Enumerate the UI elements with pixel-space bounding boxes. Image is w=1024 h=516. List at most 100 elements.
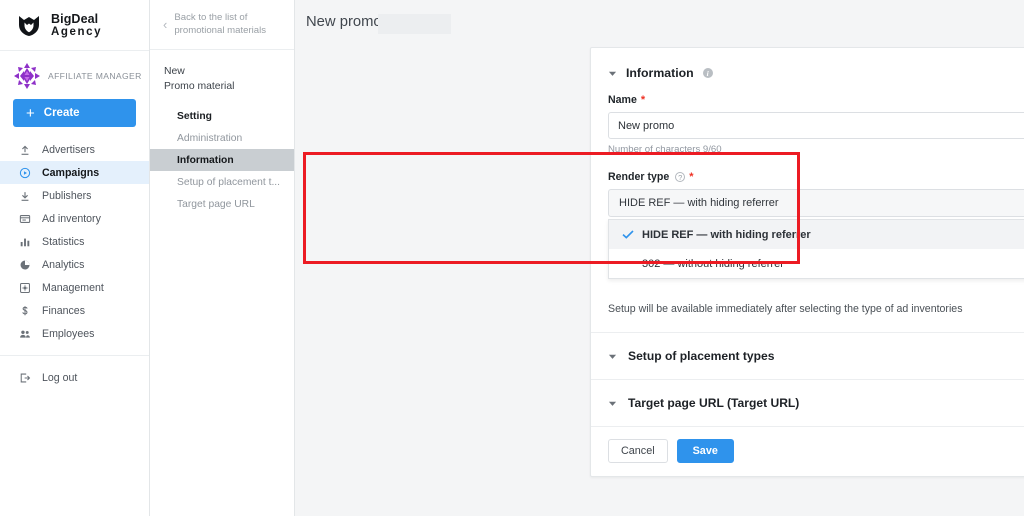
information-section-title: Information <box>626 66 694 80</box>
play-circle-icon <box>19 167 31 179</box>
people-icon <box>19 328 31 340</box>
subnav-item-label: Setting <box>177 110 212 122</box>
subnav-item-administration[interactable]: Administration <box>150 127 294 149</box>
settings-square-icon <box>19 282 31 294</box>
dollar-icon <box>19 305 31 317</box>
nav-divider <box>0 355 149 356</box>
fractal-avatar[interactable] <box>13 62 41 90</box>
sidebar-item-label: Advertisers <box>42 143 95 156</box>
caret-down-icon <box>608 71 617 76</box>
information-section-header[interactable]: Information i <box>591 48 1024 80</box>
subnav-item-setting[interactable]: Setting <box>150 105 294 127</box>
sidebar-item-label: Statistics <box>42 235 85 248</box>
account-role-label: AFFILIATE MANAGER <box>48 71 142 81</box>
subnav-title-line1: New <box>164 66 185 77</box>
render-type-option-302[interactable]: 302 — without hiding referrer <box>609 249 1024 278</box>
section-label: Target page URL (Target URL) <box>628 396 800 410</box>
sidebar-item-campaigns[interactable]: Campaigns <box>0 161 149 184</box>
sidebar-item-label: Employees <box>42 327 95 340</box>
subnav-title-line2: Promo material <box>164 81 235 93</box>
page-title-wrap: New promo <box>306 13 451 34</box>
save-button[interactable]: Save <box>676 439 734 463</box>
required-asterisk: * <box>640 94 646 106</box>
account-block: AFFILIATE MANAGER <box>0 51 149 91</box>
subnav-item-target-page-url[interactable]: Target page URL <box>150 193 294 215</box>
subnav-item-label: Administration <box>177 132 243 144</box>
sidebar-item-publishers[interactable]: Publishers <box>0 184 149 207</box>
sidebar-item-advertisers[interactable]: Advertisers <box>0 138 149 161</box>
chevron-left-icon: ‹ <box>163 17 168 32</box>
sidebar-item-label: Management <box>42 281 104 294</box>
secondary-nav-panel: ‹ Back to the list of promotional materi… <box>150 0 295 516</box>
create-button-label: Create <box>43 107 80 119</box>
create-button[interactable]: + Create <box>13 99 136 127</box>
brand[interactable]: BigDeal Agency <box>0 0 149 51</box>
subnav-item-setup-of-placement-types[interactable]: Setup of placement t... <box>150 171 294 193</box>
subnav-list: Setting Administration Information Setup… <box>150 105 294 215</box>
app-root: BigDeal Agency AFFILIATE MANAGER + Creat… <box>0 0 1024 516</box>
subnav-item-label: Setup of placement t... <box>177 176 281 188</box>
setup-hint-text: Setup will be available immediately afte… <box>591 279 1024 333</box>
check-icon <box>622 230 634 239</box>
render-type-group: Render type ? * HIDE REF — with hiding r… <box>591 155 1024 279</box>
render-type-option-hide-ref[interactable]: HIDE REF — with hiding referrer <box>609 220 1024 249</box>
title-highlight-block <box>378 13 451 34</box>
back-to-list-label: Back to the list of promotional material… <box>174 11 267 36</box>
upload-arrow-icon <box>19 144 31 156</box>
subnav-title: New Promo material <box>150 50 294 94</box>
main-area: New promo Information i Name * New promo… <box>295 0 1024 516</box>
subnav-item-label: Target page URL <box>177 198 255 210</box>
name-field-group: Name * Number of characters 9/60 <box>591 80 1024 155</box>
window-icon <box>19 213 31 225</box>
sidebar-item-logout[interactable]: Log out <box>0 366 149 389</box>
sidebar-nav: Advertisers Campaigns Publishers Ad inve… <box>0 138 149 389</box>
bar-chart-icon <box>19 236 31 248</box>
render-type-select[interactable]: HIDE REF — with hiding referrer <box>608 189 1024 217</box>
subnav-item-information[interactable]: Information <box>150 149 294 172</box>
plus-icon: + <box>26 104 35 122</box>
shield-mask-logo <box>19 16 39 36</box>
brand-name: BigDeal <box>51 11 99 26</box>
name-label-text: Name <box>608 94 637 106</box>
sidebar-item-finances[interactable]: Finances <box>0 299 149 322</box>
caret-down-icon <box>608 401 617 406</box>
sidebar-item-employees[interactable]: Employees <box>0 322 149 345</box>
render-type-label: Render type ? * <box>608 171 1024 183</box>
name-input[interactable] <box>608 112 1024 139</box>
brand-subtitle: Agency <box>51 25 103 38</box>
sidebar-item-label: Campaigns <box>42 166 100 179</box>
cancel-button[interactable]: Cancel <box>608 439 668 463</box>
logout-icon <box>19 372 31 384</box>
name-field-label: Name * <box>608 94 1024 106</box>
brand-text: BigDeal Agency <box>51 12 102 39</box>
sidebar-item-label: Publishers <box>42 189 92 202</box>
render-type-label-text: Render type <box>608 171 670 183</box>
sidebar-item-analytics[interactable]: Analytics <box>0 253 149 276</box>
section-label: Setup of placement types <box>628 349 775 363</box>
question-circle-icon[interactable]: ? <box>675 172 686 182</box>
card-body: Information i Name * Number of character… <box>591 48 1024 476</box>
section-setup-of-placement-types[interactable]: Setup of placement types <box>591 333 1024 380</box>
download-arrow-icon <box>19 190 31 202</box>
sidebar-item-label: Log out <box>42 371 78 384</box>
caret-down-icon <box>608 354 617 359</box>
sidebar-item-ad-inventory[interactable]: Ad inventory <box>0 207 149 230</box>
section-target-page-url[interactable]: Target page URL (Target URL) <box>591 380 1024 427</box>
render-type-dropdown: HIDE REF — with hiding referrer 302 — wi… <box>608 219 1024 279</box>
form-actions: Cancel Save <box>591 427 1024 476</box>
sidebar-item-statistics[interactable]: Statistics <box>0 230 149 253</box>
sidebar-item-label: Finances <box>42 304 85 317</box>
sidebar-item-management[interactable]: Management <box>0 276 149 299</box>
sidebar-item-label: Analytics <box>42 258 85 271</box>
back-to-list-link[interactable]: ‹ Back to the list of promotional materi… <box>150 0 294 50</box>
render-type-option-label: HIDE REF — with hiding referrer <box>642 228 811 241</box>
render-type-option-label: 302 — without hiding referrer <box>642 257 784 270</box>
subnav-item-label: Information <box>177 154 234 166</box>
render-type-selected-value: HIDE REF — with hiding referrer <box>619 197 779 209</box>
info-circle-icon[interactable]: i <box>702 68 713 78</box>
account-row: AFFILIATE MANAGER <box>13 61 141 91</box>
top-bar: New promo <box>295 0 1024 43</box>
information-card: Information i Name * Number of character… <box>590 47 1024 477</box>
pie-chart-icon <box>19 259 31 271</box>
left-sidebar: BigDeal Agency AFFILIATE MANAGER + Creat… <box>0 0 150 516</box>
